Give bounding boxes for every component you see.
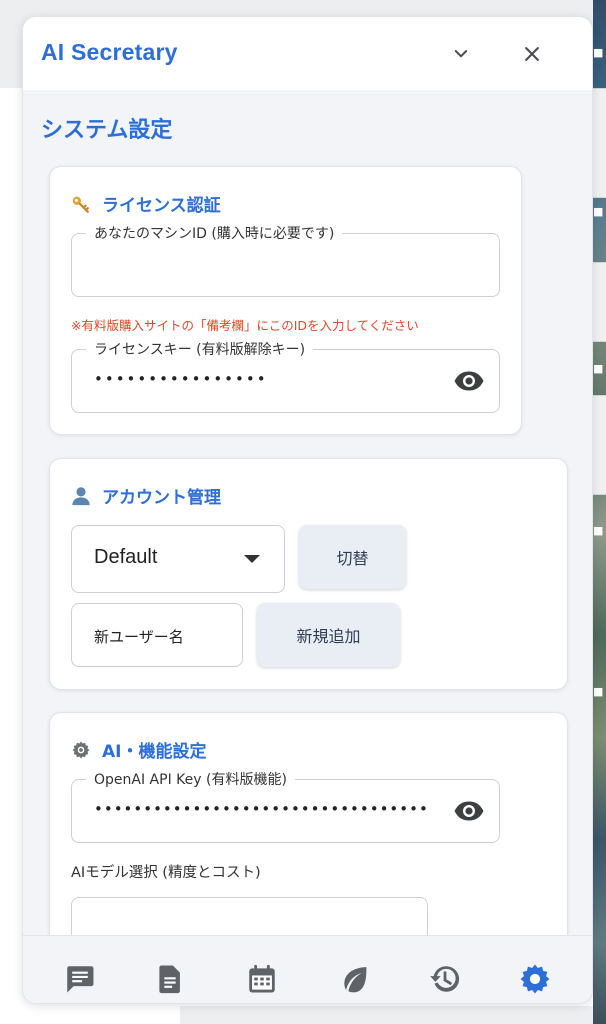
machine-id-label: あなたのマシンID (購入時に必要です) — [86, 223, 343, 243]
license-key-field[interactable]: ライセンスキー (有料版解除キー) •••••••••••••••• — [71, 339, 500, 413]
chevron-down-icon — [454, 50, 468, 58]
license-card: ライセンス認証 あなたのマシンID (購入時に必要です) ※有料版購入サイトの「… — [49, 166, 522, 435]
account-card-title: アカウント管理 — [102, 488, 221, 508]
gear-icon — [70, 739, 92, 761]
api-key-field[interactable]: OpenAI API Key (有料版機能) •••••••••••••••••… — [71, 769, 500, 843]
nav-history[interactable] — [427, 961, 463, 997]
background-desktop-strip: ■ ■ ■ ■ ■ — [593, 0, 606, 1024]
nav-calendar[interactable] — [244, 961, 280, 997]
ai-settings-card: AI・機能設定 OpenAI API Key (有料版機能) •••••••••… — [49, 712, 568, 935]
ai-card-header: AI・機能設定 — [70, 737, 206, 762]
leaf-icon — [344, 967, 367, 993]
history-icon — [430, 966, 460, 992]
close-button[interactable] — [517, 39, 547, 69]
new-user-name-placeholder: 新ユーザー名 — [94, 628, 184, 646]
bottom-navigation — [23, 935, 592, 1003]
nav-chat[interactable] — [62, 961, 98, 997]
api-key-label: OpenAI API Key (有料版機能) — [86, 769, 295, 789]
api-key-mask: •••••••••••••••••••••••••••••••••• — [94, 800, 429, 818]
nav-settings[interactable] — [517, 961, 553, 997]
collapse-button[interactable] — [446, 39, 476, 69]
model-select-label: AIモデル選択 (精度とコスト) — [71, 865, 261, 881]
license-key-mask: •••••••••••••••• — [94, 370, 268, 388]
dropdown-caret-icon — [244, 555, 260, 563]
account-select-value: Default — [94, 546, 158, 568]
license-card-header: ライセンス認証 — [70, 191, 221, 216]
model-select[interactable] — [71, 897, 428, 935]
add-user-button[interactable]: 新規追加 — [257, 603, 400, 667]
eye-icon — [454, 801, 484, 821]
switch-account-button[interactable]: 切替 — [299, 525, 406, 589]
document-icon — [159, 965, 180, 994]
license-card-title: ライセンス認証 — [102, 196, 221, 216]
nav-notes[interactable] — [152, 961, 188, 997]
panel-header: AI Secretary — [23, 17, 592, 90]
account-card-header: アカウント管理 — [70, 483, 221, 508]
license-notice: ※有料版購入サイトの「備考欄」にこのIDを入力してください — [71, 318, 419, 333]
chat-icon — [67, 966, 94, 993]
calendar-icon — [249, 964, 275, 993]
settings-scroll-area[interactable]: システム設定 ライセンス認証 あなたのマシンID (購入時に必要です) ※有料版… — [23, 90, 592, 935]
ai-secretary-panel: AI Secretary システム設定 ライセンス認証 あなたのマシンID (購… — [22, 16, 593, 1004]
close-icon — [525, 47, 539, 61]
background-page-bottom — [180, 1006, 606, 1024]
license-key-visibility-toggle[interactable] — [452, 364, 486, 398]
settings-gear-icon — [520, 964, 550, 994]
key-icon — [70, 193, 92, 215]
new-user-name-input[interactable]: 新ユーザー名 — [71, 603, 243, 667]
account-select[interactable]: Default — [71, 525, 285, 593]
app-title: AI Secretary — [41, 39, 178, 65]
ai-card-title: AI・機能設定 — [102, 742, 207, 762]
api-key-visibility-toggle[interactable] — [452, 794, 486, 828]
machine-id-field[interactable]: あなたのマシンID (購入時に必要です) — [71, 223, 500, 297]
account-card: アカウント管理 Default 切替 新ユーザー名 新規追加 — [49, 458, 568, 690]
license-key-label: ライセンスキー (有料版解除キー) — [86, 339, 314, 359]
settings-title: システム設定 — [41, 118, 173, 143]
nav-eco[interactable] — [337, 961, 373, 997]
user-icon — [70, 485, 92, 507]
eye-icon — [454, 371, 484, 391]
